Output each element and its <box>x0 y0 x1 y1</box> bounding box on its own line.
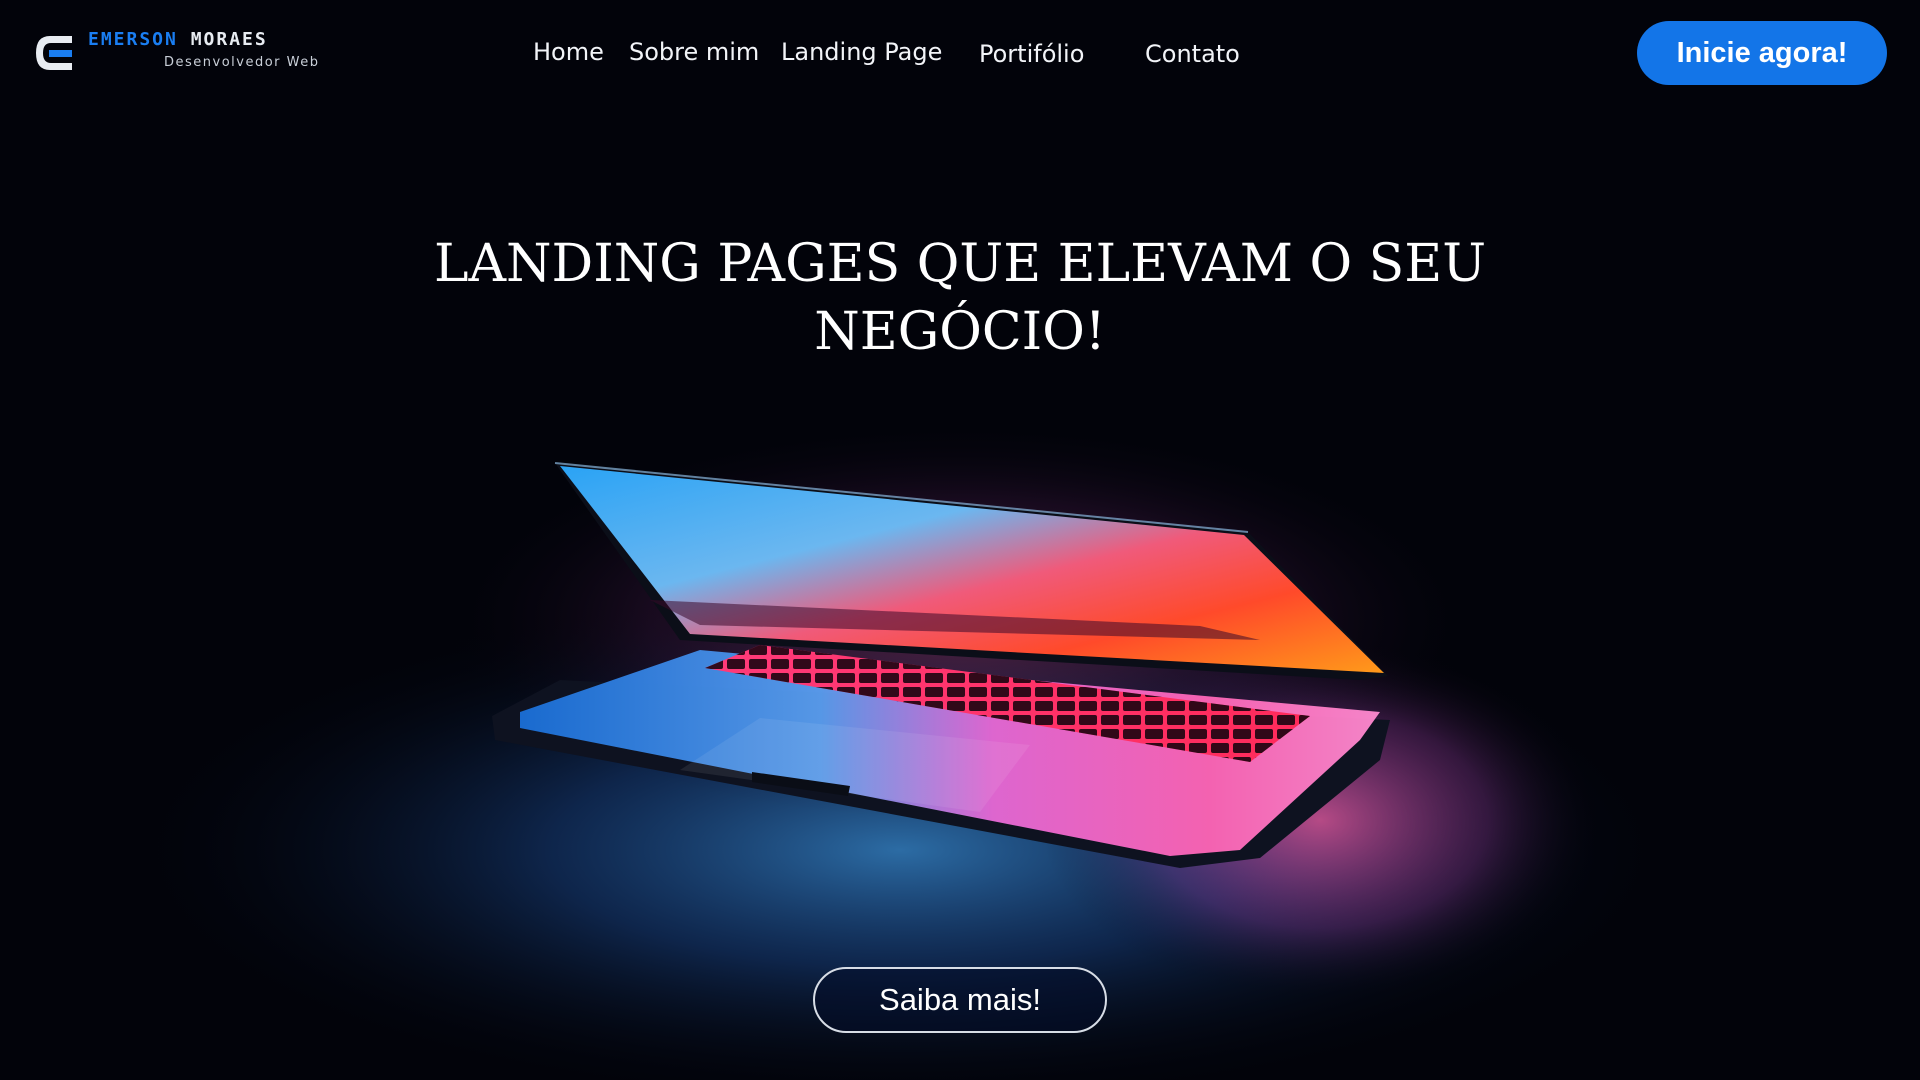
hero-title-line-2: NEGÓCIO! <box>814 302 1106 362</box>
nav-link-sobre-mim[interactable]: Sobre mim <box>629 38 759 66</box>
brand-last-name: MORAES <box>190 29 268 50</box>
letter-e-logo-icon <box>36 36 72 70</box>
brand-logo[interactable]: EMERSON MORAES Desenvolvedor Web <box>32 28 332 78</box>
hero-laptop-image <box>120 420 1680 1080</box>
nav-link-portifolio[interactable]: Portifólio <box>979 40 1084 68</box>
brand-first-name: EMERSON <box>88 29 178 50</box>
nav-link-contato[interactable]: Contato <box>1145 40 1240 68</box>
brand-tagline: Desenvolvedor Web <box>164 55 320 70</box>
nav-link-home[interactable]: Home <box>533 38 604 66</box>
nav-link-landing-page[interactable]: Landing Page <box>781 38 942 66</box>
hero-title-line-1: LANDING PAGES QUE ELEVAM O SEU <box>433 234 1487 294</box>
start-now-button[interactable]: Inicie agora! <box>1637 21 1887 85</box>
learn-more-button[interactable]: Saiba mais! <box>813 967 1107 1033</box>
landing-page: EMERSON MORAES Desenvolvedor Web Home So… <box>0 0 1920 1080</box>
hero-title: LANDING PAGES QUE ELEVAM O SEU NEGÓCIO! <box>360 230 1560 366</box>
brand-name: EMERSON MORAES <box>88 29 268 50</box>
